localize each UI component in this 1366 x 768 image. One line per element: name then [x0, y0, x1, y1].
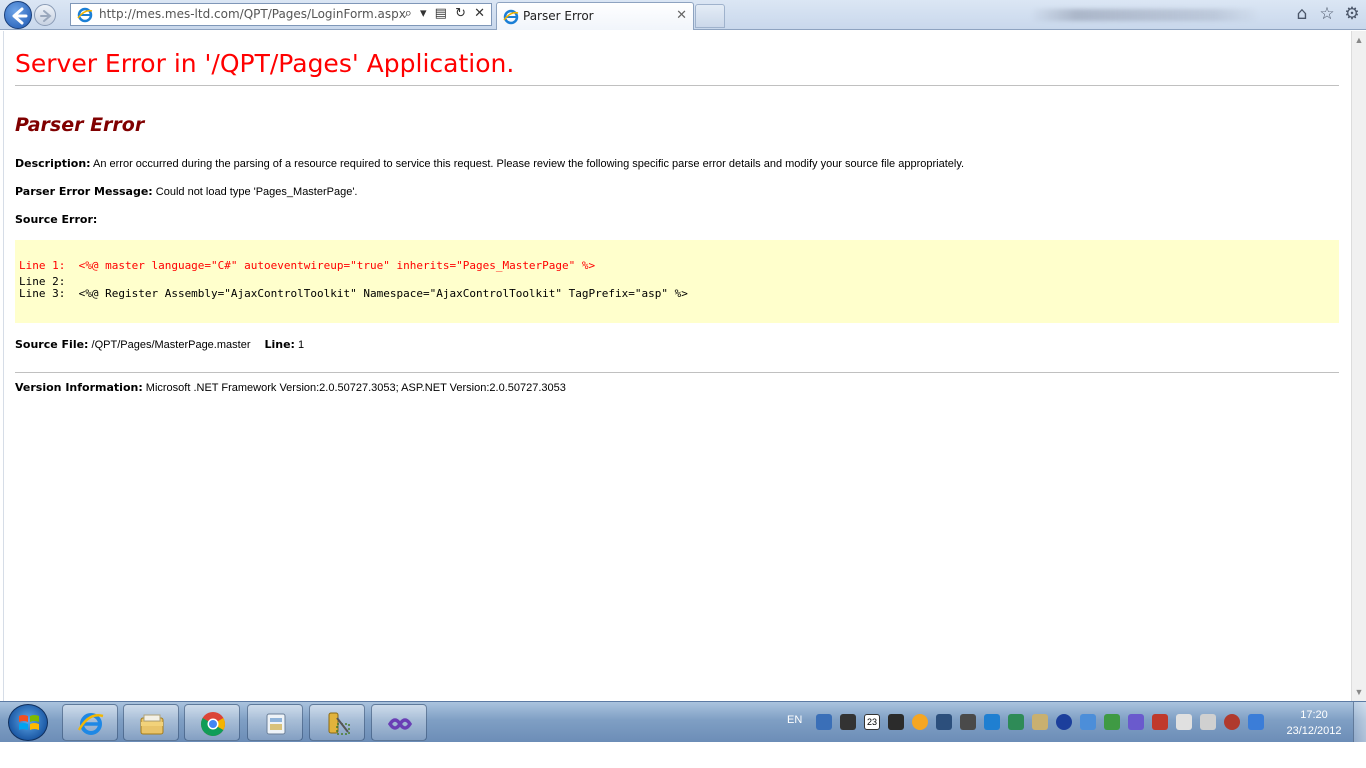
- page-content: Server Error in '/QPT/Pages' Application…: [3, 31, 1351, 701]
- taskbar-chrome[interactable]: [184, 704, 240, 741]
- address-tools-icons[interactable]: ⌕ ▾ ▤ ↻ ✕: [405, 6, 487, 21]
- back-button[interactable]: [4, 1, 32, 29]
- back-arrow-icon: [12, 7, 28, 25]
- tray-shield-icon[interactable]: [1104, 714, 1120, 730]
- taskbar-windows-explorer[interactable]: [123, 704, 179, 741]
- tray-bluetooth-icon[interactable]: [1056, 714, 1072, 730]
- line-label: Line:: [264, 338, 295, 351]
- new-tab-button[interactable]: [695, 4, 725, 28]
- taskbar-setup-tool[interactable]: [309, 704, 365, 741]
- chrome-icon: [201, 712, 225, 737]
- tray-power-icon[interactable]: [1248, 714, 1264, 730]
- browser-toolbar: http://mes.mes-ltd.com/QPT/Pages/LoginFo…: [0, 0, 1366, 30]
- address-bar[interactable]: http://mes.mes-ltd.com/QPT/Pages/LoginFo…: [70, 3, 492, 26]
- description-row: Description: An error occurred during th…: [15, 157, 964, 170]
- server-error-title: Server Error in '/QPT/Pages' Application…: [15, 49, 515, 78]
- visual-studio-icon: [387, 718, 413, 730]
- scroll-down-arrow-icon[interactable]: ▼: [1352, 685, 1366, 699]
- setup-tool-icon: [328, 712, 350, 735]
- source-error-row: Source Error:: [15, 213, 97, 226]
- source-file-label: Source File:: [15, 338, 89, 351]
- blurred-window-title: [1030, 9, 1260, 21]
- version-information-text: Microsoft .NET Framework Version:2.0.507…: [142, 382, 566, 394]
- taskbar-internet-explorer[interactable]: [62, 704, 118, 741]
- tray-settings-icon[interactable]: [1080, 714, 1096, 730]
- source-error-label: Source Error:: [15, 213, 98, 226]
- tab-title: Parser Error: [523, 9, 594, 23]
- forward-button[interactable]: [34, 4, 56, 26]
- tray-network-drive-icon[interactable]: [816, 714, 832, 730]
- tray-mute-icon[interactable]: [1224, 714, 1240, 730]
- parser-error-message-row: Parser Error Message: Could not load typ…: [15, 185, 358, 198]
- tools-gear-icon[interactable]: ⚙: [1342, 4, 1362, 24]
- divider: [15, 372, 1339, 373]
- tray-sync-icon[interactable]: [1008, 714, 1024, 730]
- vertical-scrollbar[interactable]: ▲ ▼: [1351, 31, 1366, 701]
- description-label: Description:: [15, 157, 91, 170]
- version-information-label: Version Information:: [15, 381, 143, 394]
- show-desktop-button[interactable]: [1353, 702, 1366, 743]
- code-line-error: Line 1: <%@ master language="C#" autoeve…: [19, 259, 596, 272]
- internet-explorer-icon: [503, 9, 519, 25]
- favorites-star-icon[interactable]: ☆: [1317, 4, 1337, 24]
- source-file-path: /QPT/Pages/MasterPage.master: [88, 339, 251, 351]
- tray-monitor-icon[interactable]: [840, 714, 856, 730]
- tray-display-icon[interactable]: [936, 714, 952, 730]
- source-file-row: Source File: /QPT/Pages/MasterPage.maste…: [15, 338, 304, 351]
- windows-logo-icon: [19, 715, 39, 730]
- application-icon: [266, 713, 286, 735]
- divider: [15, 85, 1339, 86]
- home-icon[interactable]: ⌂: [1292, 4, 1312, 24]
- taskbar-visual-studio[interactable]: [371, 704, 427, 741]
- line-number: 1: [294, 339, 305, 351]
- tray-chat-icon[interactable]: [960, 714, 976, 730]
- scroll-up-arrow-icon[interactable]: ▲: [1352, 33, 1366, 47]
- windows-explorer-icon: [140, 714, 164, 735]
- tray-keyboard-icon[interactable]: [888, 714, 904, 730]
- clock-date[interactable]: 23/12/2012: [1282, 725, 1346, 737]
- tray-volume-icon[interactable]: [1032, 714, 1048, 730]
- tray-help-icon[interactable]: [984, 714, 1000, 730]
- tab-parser-error[interactable]: Parser Error ✕: [496, 2, 694, 30]
- version-information-row: Version Information: Microsoft .NET Fram…: [15, 381, 566, 394]
- tray-signal-icon[interactable]: [1200, 714, 1216, 730]
- internet-explorer-icon: [77, 7, 93, 23]
- parser-error-heading: Parser Error: [15, 114, 145, 136]
- tray-calendar-icon[interactable]: 23: [864, 714, 880, 730]
- tray-action-center-icon[interactable]: [1152, 714, 1168, 730]
- address-url[interactable]: http://mes.mes-ltd.com/QPT/Pages/LoginFo…: [99, 7, 406, 21]
- source-code-block: Line 1: <%@ master language="C#" autoeve…: [15, 240, 1339, 323]
- tray-clipboard-icon[interactable]: [1176, 714, 1192, 730]
- parser-error-message-label: Parser Error Message:: [15, 185, 153, 198]
- forward-arrow-icon: [40, 10, 52, 22]
- tray-update-icon[interactable]: [912, 714, 928, 730]
- code-line: Line 3: <%@ Register Assembly="AjaxContr…: [19, 287, 688, 300]
- close-tab-icon[interactable]: ✕: [676, 7, 687, 23]
- taskbar-application[interactable]: [247, 704, 303, 741]
- start-button[interactable]: [8, 704, 48, 741]
- bottom-blank-area: [0, 742, 1366, 768]
- language-indicator[interactable]: EN: [787, 714, 802, 726]
- internet-explorer-icon: [77, 713, 104, 735]
- clock-time[interactable]: 17:20: [1288, 709, 1340, 721]
- parser-error-message-text: Could not load type 'Pages_MasterPage'.: [152, 186, 358, 198]
- description-text: An error occurred during the parsing of …: [90, 158, 965, 170]
- windows-taskbar: EN 23 17:20 23/12/2012: [0, 701, 1366, 743]
- tray-link-icon[interactable]: [1128, 714, 1144, 730]
